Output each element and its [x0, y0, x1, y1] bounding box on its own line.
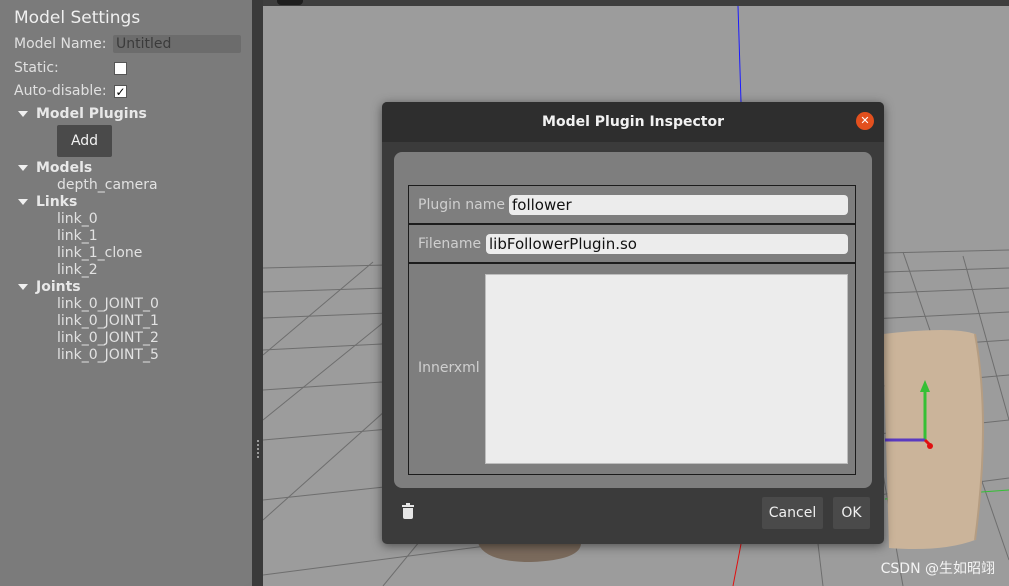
filename-label: Filename: [418, 236, 482, 252]
dialog-title: Model Plugin Inspector: [382, 102, 884, 142]
auto-disable-checkbox[interactable]: ✓: [114, 85, 127, 98]
plugin-inspector-dialog: Model Plugin Inspector ✕ Plugin name fol…: [382, 102, 884, 544]
auto-disable-label: Auto-disable:: [14, 83, 107, 99]
tree-item-link[interactable]: link_0: [57, 211, 98, 227]
section-label: Joints: [36, 279, 81, 295]
tree-item-link[interactable]: link_2: [57, 262, 98, 278]
filename-row: Filename libFollowerPlugin.so: [408, 224, 856, 263]
watermark: CSDN @生如昭翊: [880, 561, 995, 577]
innerxml-row: Innerxml: [408, 263, 856, 475]
tree-item-joint[interactable]: link_0_JOINT_0: [57, 296, 159, 312]
links-section[interactable]: Links: [18, 194, 77, 210]
panel-title: Model Settings: [14, 8, 141, 28]
model-settings-panel: Model Settings Model Name: Untitled Stat…: [0, 0, 252, 586]
models-section[interactable]: Models: [18, 160, 92, 176]
tree-item-link[interactable]: link_1_clone: [57, 245, 142, 261]
tree-item-model[interactable]: depth_camera: [57, 177, 158, 193]
innerxml-label: Innerxml: [418, 360, 480, 376]
expand-triangle-icon[interactable]: [18, 199, 28, 205]
joints-section[interactable]: Joints: [18, 279, 81, 295]
plugin-name-label: Plugin name: [418, 197, 506, 213]
dialog-content: Plugin name follower Filename libFollowe…: [394, 152, 872, 488]
cancel-button[interactable]: Cancel: [762, 497, 823, 529]
trash-icon[interactable]: [402, 503, 414, 519]
static-checkbox[interactable]: [114, 62, 127, 75]
plugin-name-row: Plugin name follower: [408, 185, 856, 224]
expand-triangle-icon[interactable]: [18, 111, 28, 117]
splitter-grip-icon[interactable]: [257, 440, 261, 458]
tree-item-joint[interactable]: link_0_JOINT_2: [57, 330, 159, 346]
static-label: Static:: [14, 60, 59, 76]
tree-item-joint[interactable]: link_0_JOINT_1: [57, 313, 159, 329]
innerxml-textarea[interactable]: [485, 274, 848, 464]
tree-item-joint[interactable]: link_0_JOINT_5: [57, 347, 159, 363]
tree-item-link[interactable]: link_1: [57, 228, 98, 244]
expand-triangle-icon[interactable]: [18, 284, 28, 290]
model-name-input[interactable]: Untitled: [113, 35, 241, 53]
model-name-label: Model Name:: [14, 36, 107, 52]
expand-triangle-icon[interactable]: [18, 165, 28, 171]
model-plugins-section[interactable]: Model Plugins: [18, 106, 147, 122]
filename-input[interactable]: libFollowerPlugin.so: [486, 234, 848, 254]
close-icon[interactable]: ✕: [856, 112, 874, 130]
section-label: Model Plugins: [36, 106, 147, 122]
ok-button[interactable]: OK: [833, 497, 870, 529]
section-label: Links: [36, 194, 78, 210]
section-label: Models: [36, 160, 93, 176]
plugin-name-input[interactable]: follower: [509, 195, 848, 215]
add-plugin-button[interactable]: Add: [57, 125, 112, 157]
panel-splitter[interactable]: [252, 0, 263, 586]
